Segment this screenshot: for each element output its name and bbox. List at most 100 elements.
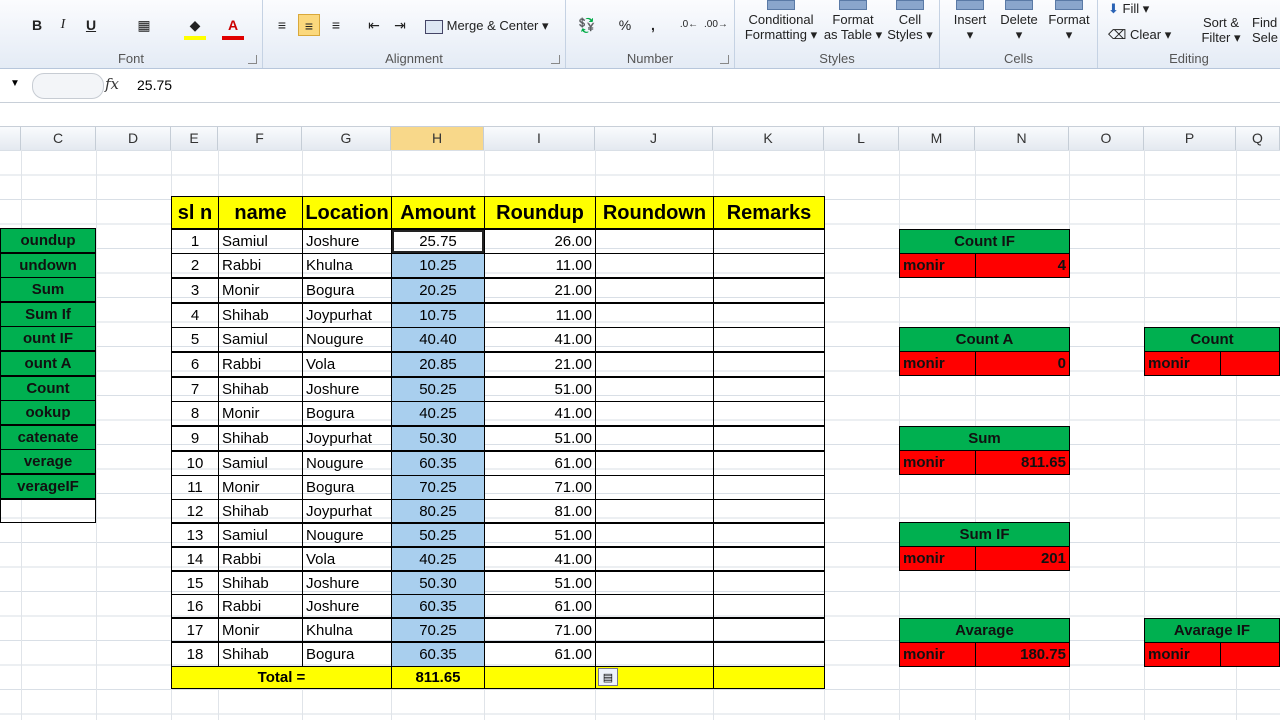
insert-function-icon[interactable]: fx	[105, 75, 119, 93]
table-row-amount[interactable]: 60.35	[391, 642, 485, 667]
decrease-decimal-icon[interactable]: .00→	[704, 14, 728, 36]
table-row-remarks[interactable]	[713, 523, 825, 547]
column-header-c[interactable]: C	[21, 127, 96, 150]
borders-icon[interactable]: ▦	[133, 14, 155, 36]
table-row-roundown[interactable]	[595, 278, 714, 303]
table-row-roundup[interactable]: 51.00	[484, 523, 596, 547]
fill-color-icon[interactable]: ◆	[184, 14, 206, 40]
table-row-remarks[interactable]	[713, 253, 825, 278]
table-row-roundown[interactable]	[595, 642, 714, 667]
table-row-amount[interactable]: 80.25	[391, 499, 485, 523]
column-header-l[interactable]: L	[824, 127, 899, 150]
table-row-roundup[interactable]: 51.00	[484, 426, 596, 451]
table-row-roundown[interactable]	[595, 451, 714, 476]
table-row-amount[interactable]: 40.25	[391, 547, 485, 571]
table-row-roundup[interactable]: 11.00	[484, 253, 596, 278]
table-row-amount[interactable]: 50.30	[391, 426, 485, 451]
total-value[interactable]: 811.65	[391, 666, 485, 689]
column-header-f[interactable]: F	[218, 127, 302, 150]
table-row-roundown[interactable]	[595, 253, 714, 278]
summary-value[interactable]: 811.65	[975, 450, 1070, 475]
table-row-roundup[interactable]: 61.00	[484, 594, 596, 618]
comma-button[interactable]: ,	[642, 14, 664, 36]
table-row-roundown[interactable]	[595, 377, 714, 402]
table-row-remarks[interactable]	[713, 594, 825, 618]
table-row-amount[interactable]: 70.25	[391, 475, 485, 500]
column-header-i[interactable]: I	[484, 127, 595, 150]
total-roundup[interactable]	[484, 666, 596, 689]
insert-button[interactable]: Insert ▾	[946, 0, 994, 42]
column-header-q[interactable]: Q	[1236, 127, 1280, 150]
column-header-m[interactable]: M	[899, 127, 975, 150]
table-row-remarks[interactable]	[713, 327, 825, 352]
summary-value[interactable]: 180.75	[975, 642, 1070, 667]
formula-bar-function-button[interactable]	[32, 73, 104, 99]
summary-key[interactable]: monir	[899, 253, 976, 278]
column-header-k[interactable]: K	[713, 127, 824, 150]
table-row-amount[interactable]: 50.25	[391, 377, 485, 402]
italic-button[interactable]: I	[52, 14, 74, 36]
summary-value[interactable]	[1220, 642, 1280, 667]
table-row-roundup[interactable]: 61.00	[484, 451, 596, 476]
table-row-roundup[interactable]: 71.00	[484, 618, 596, 642]
summary-value[interactable]	[1220, 351, 1280, 376]
table-row-remarks[interactable]	[713, 451, 825, 476]
table-row-roundown[interactable]	[595, 229, 714, 254]
table-row-amount[interactable]: 40.40	[391, 327, 485, 352]
summary-value[interactable]: 201	[975, 546, 1070, 571]
table-row-amount[interactable]: 10.25	[391, 253, 485, 278]
table-row-remarks[interactable]	[713, 377, 825, 402]
table-row-roundup[interactable]: 21.00	[484, 352, 596, 377]
column-header-p[interactable]: P	[1144, 127, 1236, 150]
total-remarks[interactable]	[713, 666, 825, 689]
percent-button[interactable]: %	[614, 14, 636, 36]
table-row-remarks[interactable]	[713, 352, 825, 377]
table-row-roundup[interactable]: 81.00	[484, 499, 596, 523]
column-header-g[interactable]: G	[302, 127, 391, 150]
table-row-roundup[interactable]: 11.00	[484, 303, 596, 328]
table-row-roundown[interactable]	[595, 618, 714, 642]
table-row-roundown[interactable]	[595, 523, 714, 547]
summary-value[interactable]: 0	[975, 351, 1070, 376]
table-row-amount[interactable]: 20.25	[391, 278, 485, 303]
table-row-remarks[interactable]	[713, 278, 825, 303]
table-row-amount[interactable]: 20.85	[391, 352, 485, 377]
table-row-amount[interactable]: 50.30	[391, 571, 485, 595]
table-row-roundown[interactable]	[595, 475, 714, 500]
table-row-roundown[interactable]	[595, 499, 714, 523]
worksheet-grid[interactable]: oundup undown Sum Sum If ount IF ount A Count o…	[0, 150, 1280, 720]
table-row-roundown[interactable]	[595, 352, 714, 377]
table-row-amount[interactable]: 70.25	[391, 618, 485, 642]
increase-indent-icon[interactable]: ⇥	[389, 14, 411, 36]
table-row-roundup[interactable]: 61.00	[484, 642, 596, 667]
table-row-roundown[interactable]	[595, 327, 714, 352]
column-header-d[interactable]: D	[96, 127, 171, 150]
column-header-j[interactable]: J	[595, 127, 713, 150]
table-row-remarks[interactable]	[713, 618, 825, 642]
paste-options-icon[interactable]: ▤	[598, 668, 618, 686]
bold-button[interactable]: B	[26, 14, 48, 36]
table-row-roundup[interactable]: 51.00	[484, 571, 596, 595]
table-row-remarks[interactable]	[713, 426, 825, 451]
table-row-remarks[interactable]	[713, 229, 825, 254]
align-left-icon[interactable]: ≡	[271, 14, 293, 36]
table-row-amount[interactable]: 25.75	[391, 229, 485, 254]
summary-key[interactable]: monir	[899, 450, 976, 475]
delete-button[interactable]: Delete ▾	[995, 0, 1043, 42]
find-select-button[interactable]: Find Sele	[1252, 15, 1280, 45]
cell-styles-button[interactable]: Cell Styles ▾	[885, 0, 935, 42]
summary-key[interactable]: monir	[1144, 351, 1221, 376]
table-row-roundup[interactable]: 41.00	[484, 327, 596, 352]
underline-button[interactable]: U	[80, 14, 102, 36]
column-header-o[interactable]: O	[1069, 127, 1144, 150]
alignment-dialog-launcher-icon[interactable]	[551, 55, 560, 64]
font-color-icon[interactable]: A	[222, 14, 244, 40]
font-dialog-launcher-icon[interactable]	[248, 55, 257, 64]
format-as-table-button[interactable]: Format as Table ▾	[821, 0, 885, 42]
table-row-roundup[interactable]: 21.00	[484, 278, 596, 303]
clear-button[interactable]: ⌫ Clear ▾	[1108, 27, 1171, 42]
summary-key[interactable]: monir	[899, 546, 976, 571]
increase-decimal-icon[interactable]: .0←	[678, 14, 700, 36]
table-row-roundup[interactable]: 51.00	[484, 377, 596, 402]
table-row-amount[interactable]: 50.25	[391, 523, 485, 547]
